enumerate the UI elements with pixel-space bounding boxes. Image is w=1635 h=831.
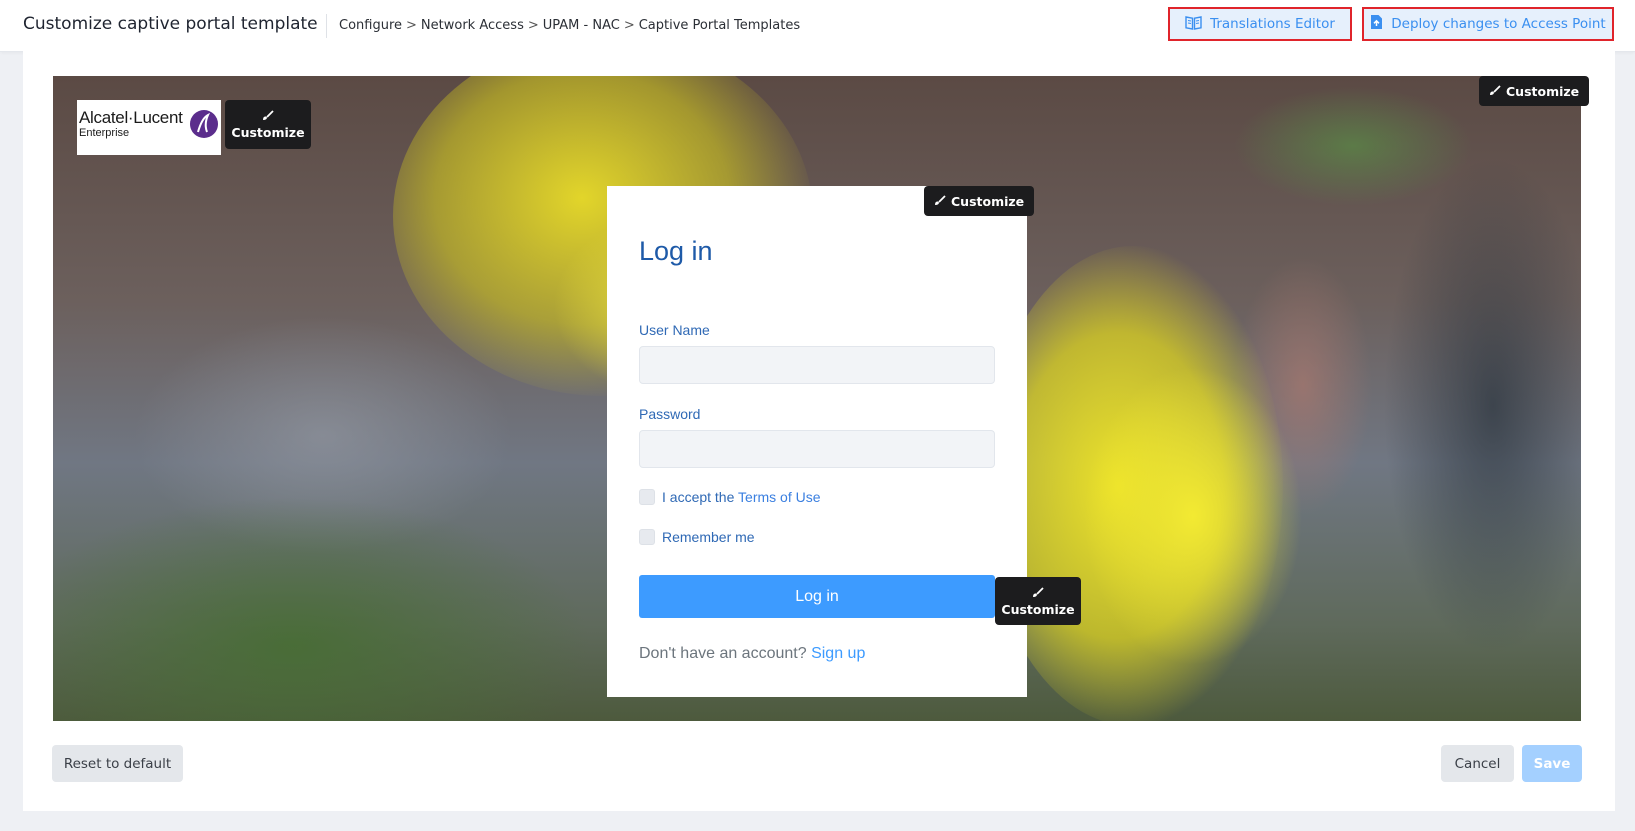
portal-logo: Alcatel·Lucent Enterprise [77, 100, 221, 155]
username-input[interactable] [639, 346, 995, 384]
sign-up-link[interactable]: Sign up [811, 645, 865, 662]
brush-icon [262, 109, 274, 124]
book-icon [1185, 15, 1202, 34]
customize-label: Customize [231, 125, 305, 140]
breadcrumb-item-configure[interactable]: Configure [339, 18, 402, 33]
deploy-changes-button[interactable]: Deploy changes to Access Point [1362, 7, 1614, 41]
page-title: Customize captive portal template [23, 14, 318, 34]
reset-to-default-button[interactable]: Reset to default [52, 745, 183, 782]
top-bar: Customize captive portal template Config… [0, 0, 1635, 52]
save-button[interactable]: Save [1522, 745, 1582, 782]
translations-editor-button[interactable]: Translations Editor [1168, 7, 1352, 41]
breadcrumb-separator: > [623, 18, 635, 33]
deploy-changes-label: Deploy changes to Access Point [1391, 16, 1606, 32]
brush-icon [1489, 84, 1501, 99]
breadcrumb-separator: > [406, 18, 417, 33]
terms-of-use-link[interactable]: Terms of Use [738, 489, 820, 505]
breadcrumb: Configure > Network Access > UPAM - NAC > Capt… [339, 18, 800, 33]
login-title: Log in [639, 236, 713, 266]
cancel-button[interactable]: Cancel [1441, 745, 1514, 782]
translations-editor-label: Translations Editor [1210, 16, 1335, 32]
accept-terms-label: I accept the Terms of Use [662, 489, 821, 505]
login-button[interactable]: Log in [639, 575, 995, 618]
brush-icon [1032, 586, 1044, 601]
accept-terms-prefix: I accept the [662, 489, 735, 505]
alcatel-logo-icon [190, 110, 218, 138]
accept-terms-checkbox[interactable] [639, 489, 655, 505]
username-label: User Name [639, 322, 710, 338]
password-input[interactable] [639, 430, 995, 468]
breadcrumb-item-captive-portal-templates[interactable]: Captive Portal Templates [639, 18, 800, 33]
upload-file-icon [1370, 14, 1383, 34]
breadcrumb-item-upam-nac[interactable]: UPAM - NAC [543, 18, 620, 33]
customize-form-button[interactable]: Customize [924, 186, 1035, 216]
remember-me-checkbox[interactable] [639, 529, 655, 545]
customize-label: Customize [951, 193, 1025, 209]
password-label: Password [639, 406, 701, 422]
login-form-panel: Log in User Name Password I accept the T… [607, 186, 1027, 697]
customize-login-button-style[interactable]: Customize [995, 577, 1081, 625]
signup-row: Don't have an account? Sign up [639, 645, 865, 663]
customize-logo-button[interactable]: Customize [225, 100, 311, 149]
accept-terms-row: I accept the Terms of Use [639, 489, 821, 505]
customize-label: Customize [1506, 83, 1580, 99]
customize-background-button[interactable]: Customize [1479, 76, 1590, 106]
no-account-text: Don't have an account? [639, 645, 807, 662]
remember-me-row: Remember me [639, 529, 755, 545]
breadcrumb-separator: > [527, 18, 539, 33]
remember-me-label: Remember me [662, 529, 755, 545]
title-divider [326, 14, 327, 38]
brush-icon [934, 194, 946, 209]
customize-label: Customize [1001, 601, 1075, 617]
breadcrumb-item-network-access[interactable]: Network Access [421, 18, 524, 33]
